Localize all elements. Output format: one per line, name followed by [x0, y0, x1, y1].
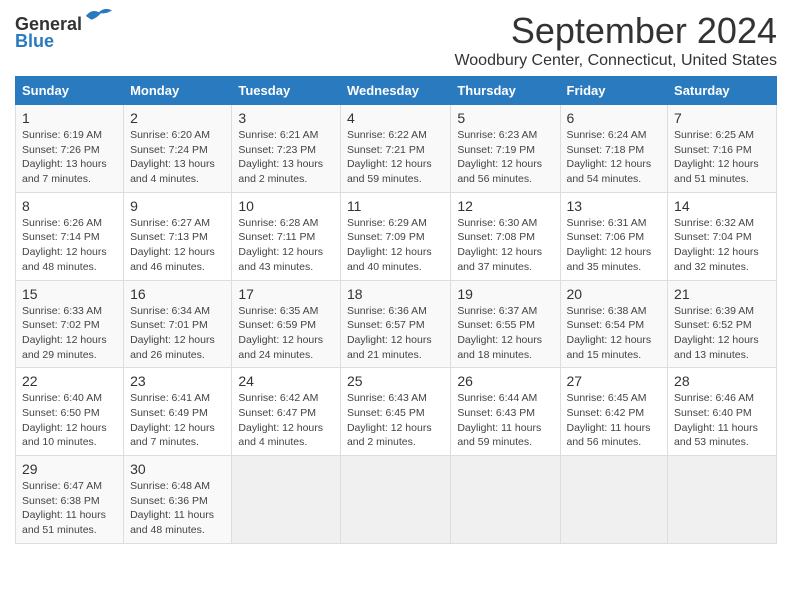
col-sunday: Sunday: [16, 77, 124, 105]
calendar-cell-6: 6Sunrise: 6:24 AMSunset: 7:18 PMDaylight…: [560, 105, 668, 193]
calendar-week-3: 15Sunrise: 6:33 AMSunset: 7:02 PMDayligh…: [16, 280, 777, 368]
col-friday: Friday: [560, 77, 668, 105]
calendar-cell-empty: [340, 456, 450, 544]
calendar-week-2: 8Sunrise: 6:26 AMSunset: 7:14 PMDaylight…: [16, 192, 777, 280]
calendar-cell-19: 19Sunrise: 6:37 AMSunset: 6:55 PMDayligh…: [451, 280, 560, 368]
calendar-week-4: 22Sunrise: 6:40 AMSunset: 6:50 PMDayligh…: [16, 368, 777, 456]
title-section: September 2024 Woodbury Center, Connecti…: [454, 10, 777, 70]
logo: General Blue: [15, 14, 112, 52]
calendar-cell-4: 4Sunrise: 6:22 AMSunset: 7:21 PMDaylight…: [340, 105, 450, 193]
logo-bird-icon: [84, 6, 112, 26]
calendar-cell-12: 12Sunrise: 6:30 AMSunset: 7:08 PMDayligh…: [451, 192, 560, 280]
calendar-cell-3: 3Sunrise: 6:21 AMSunset: 7:23 PMDaylight…: [232, 105, 341, 193]
calendar-cell-26: 26Sunrise: 6:44 AMSunset: 6:43 PMDayligh…: [451, 368, 560, 456]
calendar-cell-2: 2Sunrise: 6:20 AMSunset: 7:24 PMDaylight…: [124, 105, 232, 193]
calendar-cell-25: 25Sunrise: 6:43 AMSunset: 6:45 PMDayligh…: [340, 368, 450, 456]
calendar-cell-9: 9Sunrise: 6:27 AMSunset: 7:13 PMDaylight…: [124, 192, 232, 280]
calendar-cell-22: 22Sunrise: 6:40 AMSunset: 6:50 PMDayligh…: [16, 368, 124, 456]
calendar-cell-18: 18Sunrise: 6:36 AMSunset: 6:57 PMDayligh…: [340, 280, 450, 368]
calendar-cell-7: 7Sunrise: 6:25 AMSunset: 7:16 PMDaylight…: [668, 105, 777, 193]
calendar-cell-30: 30Sunrise: 6:48 AMSunset: 6:36 PMDayligh…: [124, 456, 232, 544]
calendar-cell-13: 13Sunrise: 6:31 AMSunset: 7:06 PMDayligh…: [560, 192, 668, 280]
calendar-cell-empty: [560, 456, 668, 544]
calendar-cell-27: 27Sunrise: 6:45 AMSunset: 6:42 PMDayligh…: [560, 368, 668, 456]
calendar-cell-21: 21Sunrise: 6:39 AMSunset: 6:52 PMDayligh…: [668, 280, 777, 368]
col-saturday: Saturday: [668, 77, 777, 105]
calendar-cell-1: 1Sunrise: 6:19 AMSunset: 7:26 PMDaylight…: [16, 105, 124, 193]
col-monday: Monday: [124, 77, 232, 105]
calendar-cell-10: 10Sunrise: 6:28 AMSunset: 7:11 PMDayligh…: [232, 192, 341, 280]
location-subtitle: Woodbury Center, Connecticut, United Sta…: [454, 52, 777, 70]
calendar-cell-empty: [451, 456, 560, 544]
calendar-cell-23: 23Sunrise: 6:41 AMSunset: 6:49 PMDayligh…: [124, 368, 232, 456]
calendar-cell-empty: [232, 456, 341, 544]
calendar-week-5: 29Sunrise: 6:47 AMSunset: 6:38 PMDayligh…: [16, 456, 777, 544]
calendar-cell-28: 28Sunrise: 6:46 AMSunset: 6:40 PMDayligh…: [668, 368, 777, 456]
page-header: General Blue September 2024 Woodbury Cen…: [15, 10, 777, 70]
calendar-cell-20: 20Sunrise: 6:38 AMSunset: 6:54 PMDayligh…: [560, 280, 668, 368]
calendar-cell-17: 17Sunrise: 6:35 AMSunset: 6:59 PMDayligh…: [232, 280, 341, 368]
calendar-body: 1Sunrise: 6:19 AMSunset: 7:26 PMDaylight…: [16, 105, 777, 544]
calendar-cell-24: 24Sunrise: 6:42 AMSunset: 6:47 PMDayligh…: [232, 368, 341, 456]
calendar-table: Sunday Monday Tuesday Wednesday Thursday…: [15, 76, 777, 544]
col-thursday: Thursday: [451, 77, 560, 105]
month-title: September 2024: [454, 10, 777, 52]
calendar-cell-11: 11Sunrise: 6:29 AMSunset: 7:09 PMDayligh…: [340, 192, 450, 280]
calendar-cell-8: 8Sunrise: 6:26 AMSunset: 7:14 PMDaylight…: [16, 192, 124, 280]
calendar-cell-29: 29Sunrise: 6:47 AMSunset: 6:38 PMDayligh…: [16, 456, 124, 544]
calendar-week-1: 1Sunrise: 6:19 AMSunset: 7:26 PMDaylight…: [16, 105, 777, 193]
calendar-cell-5: 5Sunrise: 6:23 AMSunset: 7:19 PMDaylight…: [451, 105, 560, 193]
col-tuesday: Tuesday: [232, 77, 341, 105]
calendar-cell-16: 16Sunrise: 6:34 AMSunset: 7:01 PMDayligh…: [124, 280, 232, 368]
calendar-cell-14: 14Sunrise: 6:32 AMSunset: 7:04 PMDayligh…: [668, 192, 777, 280]
logo-blue: Blue: [15, 31, 54, 52]
calendar-header-row: Sunday Monday Tuesday Wednesday Thursday…: [16, 77, 777, 105]
col-wednesday: Wednesday: [340, 77, 450, 105]
calendar-cell-empty: [668, 456, 777, 544]
calendar-cell-15: 15Sunrise: 6:33 AMSunset: 7:02 PMDayligh…: [16, 280, 124, 368]
